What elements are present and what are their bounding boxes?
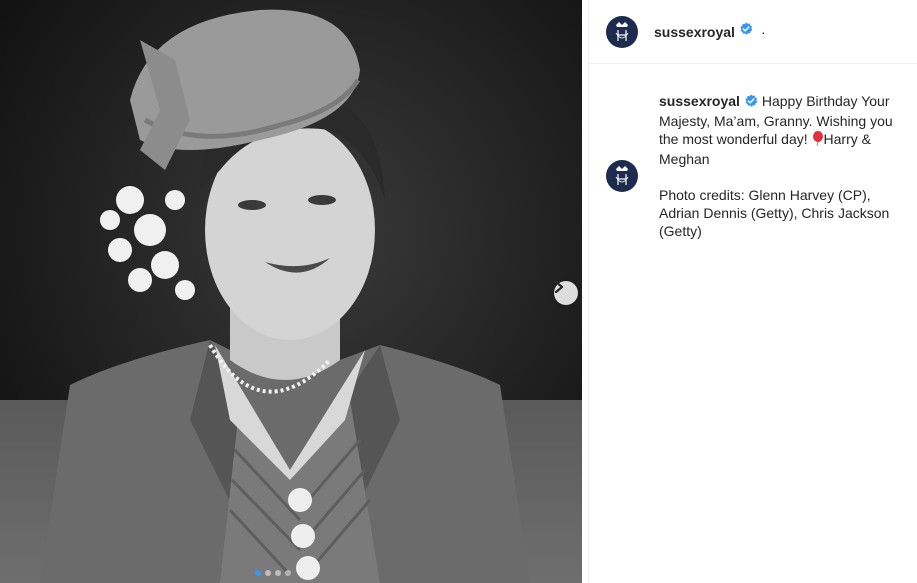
verified-badge-icon (744, 94, 758, 112)
caption-username[interactable]: sussexroyal (659, 93, 740, 109)
caption-text: sussexroyal Happy Birthday Your Majesty,… (659, 92, 906, 240)
carousel-dot (285, 570, 291, 576)
carousel-dot (275, 570, 281, 576)
verified-badge-icon (739, 22, 753, 41)
avatar[interactable] (606, 15, 638, 48)
photo-credits: Photo credits: Glenn Harvey (CP), Adrian… (659, 187, 890, 239)
post-header: sussexroyal · (589, 0, 917, 64)
more-options-button[interactable]: · (761, 24, 766, 40)
post-photo[interactable] (0, 0, 582, 583)
avatar[interactable] (606, 160, 638, 192)
post-author-username[interactable]: sussexroyal (654, 24, 735, 40)
chevron-right-icon (554, 281, 564, 293)
next-photo-button[interactable] (554, 281, 578, 305)
post-sidebar: sussexroyal · sussexroyal Happy Birthday… (588, 0, 917, 583)
carousel-dot (265, 570, 271, 576)
monogram-crest-icon (615, 166, 629, 185)
caption-comment: sussexroyal Happy Birthday Your Majesty,… (606, 92, 906, 240)
monogram-crest-icon (615, 21, 629, 41)
balloon-icon (812, 131, 824, 150)
black-and-white-portrait-photo (0, 0, 582, 583)
carousel-dot (255, 570, 261, 576)
carousel-indicator (255, 570, 291, 576)
